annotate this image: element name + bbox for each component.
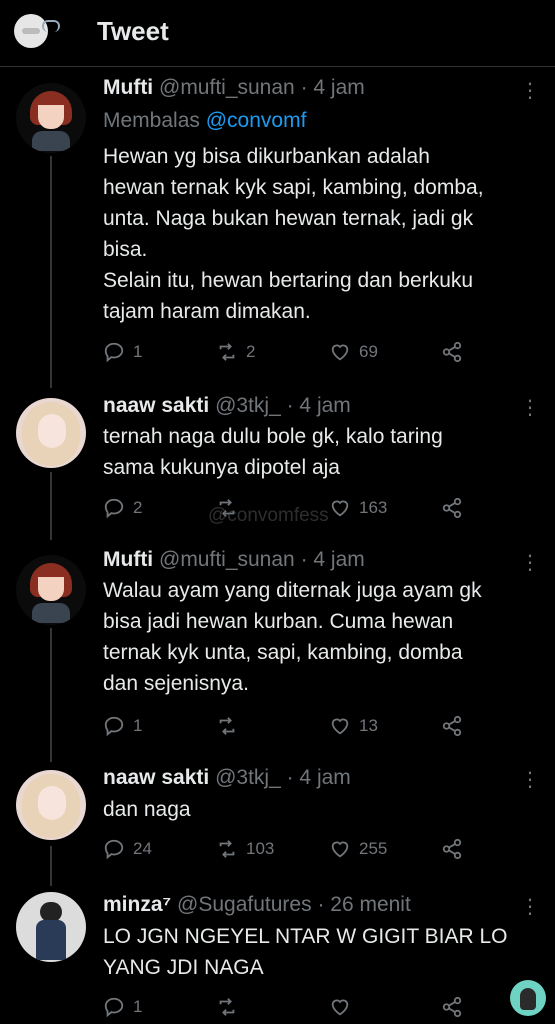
handle[interactable]: @3tkj_: [215, 394, 281, 417]
share-button[interactable]: [441, 496, 463, 520]
back-avatar-icon[interactable]: [14, 14, 60, 48]
retweet-icon: [219, 343, 235, 361]
tweet-meta: Mufti @mufti_sunan · 4 jam: [103, 76, 365, 100]
handle[interactable]: @mufti_sunan: [159, 76, 295, 99]
reply-button[interactable]: 2: [103, 496, 142, 520]
avatar[interactable]: [16, 892, 86, 962]
reply-count: 1: [133, 997, 143, 1016]
tweet-text: dan naga: [103, 798, 191, 821]
top-bar: Tweet: [0, 0, 555, 67]
reply-count: 2: [133, 498, 143, 517]
reply-button[interactable]: 1: [103, 714, 142, 738]
heart-icon: [331, 344, 349, 361]
share-icon: [442, 497, 462, 519]
retweet-icon: [219, 998, 235, 1016]
like-button[interactable]: 163: [329, 496, 387, 520]
notification-badge-icon: [42, 20, 60, 32]
reply-icon: [104, 498, 124, 519]
retweet-icon: [219, 840, 235, 858]
like-count: 255: [359, 839, 388, 858]
reply-button[interactable]: 24: [103, 837, 152, 861]
tweet-text: LO JGN NGEYEL NTAR W GIGIT BIAR LO YANG …: [103, 925, 508, 979]
more-icon[interactable]: ⋮: [520, 767, 540, 792]
more-icon[interactable]: ⋮: [520, 78, 540, 103]
handle[interactable]: @Sugafutures: [177, 893, 312, 916]
share-icon: [442, 996, 462, 1018]
like-button[interactable]: 69: [329, 340, 378, 364]
more-icon[interactable]: ⋮: [520, 395, 540, 420]
share-icon: [442, 715, 462, 737]
timestamp[interactable]: · 26 menit: [317, 893, 410, 916]
share-button[interactable]: [441, 714, 463, 738]
share-button[interactable]: [441, 837, 463, 861]
share-button[interactable]: [441, 340, 463, 364]
reply-count: 24: [133, 839, 152, 858]
tweet-text: Hewan yg bisa dikurbankan adalah hewan t…: [103, 145, 484, 323]
thread-line: [50, 628, 52, 762]
reply-icon: [104, 716, 124, 737]
avatar[interactable]: [16, 770, 86, 840]
tweet-text: ternah naga dulu bole gk, kalo taring sa…: [103, 425, 443, 479]
more-icon[interactable]: ⋮: [520, 550, 540, 575]
timestamp[interactable]: · 4 jam: [301, 76, 365, 99]
reply-count: 1: [133, 342, 143, 361]
watermark: @convomfess: [208, 505, 329, 526]
like-button[interactable]: 255: [329, 837, 387, 861]
reply-prefix: Membalas: [103, 109, 200, 132]
display-name[interactable]: Mufti: [103, 548, 153, 571]
share-button[interactable]: [441, 995, 463, 1019]
sticker-icon: [510, 980, 546, 1016]
retweet-button[interactable]: 103: [216, 837, 274, 861]
tweet-meta: naaw sakti @3tkj_ · 4 jam: [103, 394, 351, 418]
page-title: Tweet: [97, 16, 169, 46]
retweet-button[interactable]: [216, 714, 246, 738]
tweet-meta: naaw sakti @3tkj_ · 4 jam: [103, 766, 351, 790]
tweet-meta: minza⁷ @Sugafutures · 26 menit: [103, 893, 411, 917]
thread-line: [50, 472, 52, 540]
display-name[interactable]: naaw sakti: [103, 766, 209, 789]
more-icon[interactable]: ⋮: [520, 894, 540, 919]
display-name[interactable]: Mufti: [103, 76, 153, 99]
thread-line: [50, 156, 52, 388]
heart-icon: [331, 500, 349, 517]
timestamp[interactable]: · 4 jam: [301, 548, 365, 571]
heart-icon: [331, 999, 349, 1016]
retweet-button[interactable]: [216, 995, 246, 1019]
reply-handle-link[interactable]: @convomf: [206, 109, 307, 132]
retweet-count: 103: [246, 839, 275, 858]
heart-icon: [331, 718, 349, 735]
handle[interactable]: @3tkj_: [215, 766, 281, 789]
timestamp[interactable]: · 4 jam: [287, 394, 351, 417]
tweet-text: Walau ayam yang diternak juga ayam gk bi…: [103, 579, 482, 695]
reply-icon: [104, 839, 124, 860]
reply-button[interactable]: 1: [103, 340, 142, 364]
like-count: 163: [359, 498, 388, 517]
retweet-button[interactable]: 2: [216, 340, 255, 364]
avatar[interactable]: [16, 398, 86, 468]
thread-line: [50, 846, 52, 886]
heart-icon: [331, 841, 349, 858]
like-count: 13: [359, 716, 378, 735]
reply-icon: [104, 342, 124, 363]
like-button[interactable]: [329, 995, 359, 1019]
retweet-icon: [219, 717, 235, 735]
share-icon: [442, 838, 462, 860]
tweet-meta: Mufti @mufti_sunan · 4 jam: [103, 548, 365, 572]
retweet-count: 2: [246, 342, 256, 361]
like-count: 69: [359, 342, 378, 361]
reply-context: Membalas @convomf: [103, 109, 306, 133]
share-icon: [442, 341, 462, 363]
display-name[interactable]: minza⁷: [103, 893, 171, 916]
reply-icon: [104, 997, 124, 1018]
avatar[interactable]: [16, 555, 86, 625]
timestamp[interactable]: · 4 jam: [287, 766, 351, 789]
reply-button[interactable]: 1: [103, 995, 142, 1019]
reply-count: 1: [133, 716, 143, 735]
like-button[interactable]: 13: [329, 714, 378, 738]
display-name[interactable]: naaw sakti: [103, 394, 209, 417]
avatar[interactable]: [16, 83, 86, 153]
handle[interactable]: @mufti_sunan: [159, 548, 295, 571]
